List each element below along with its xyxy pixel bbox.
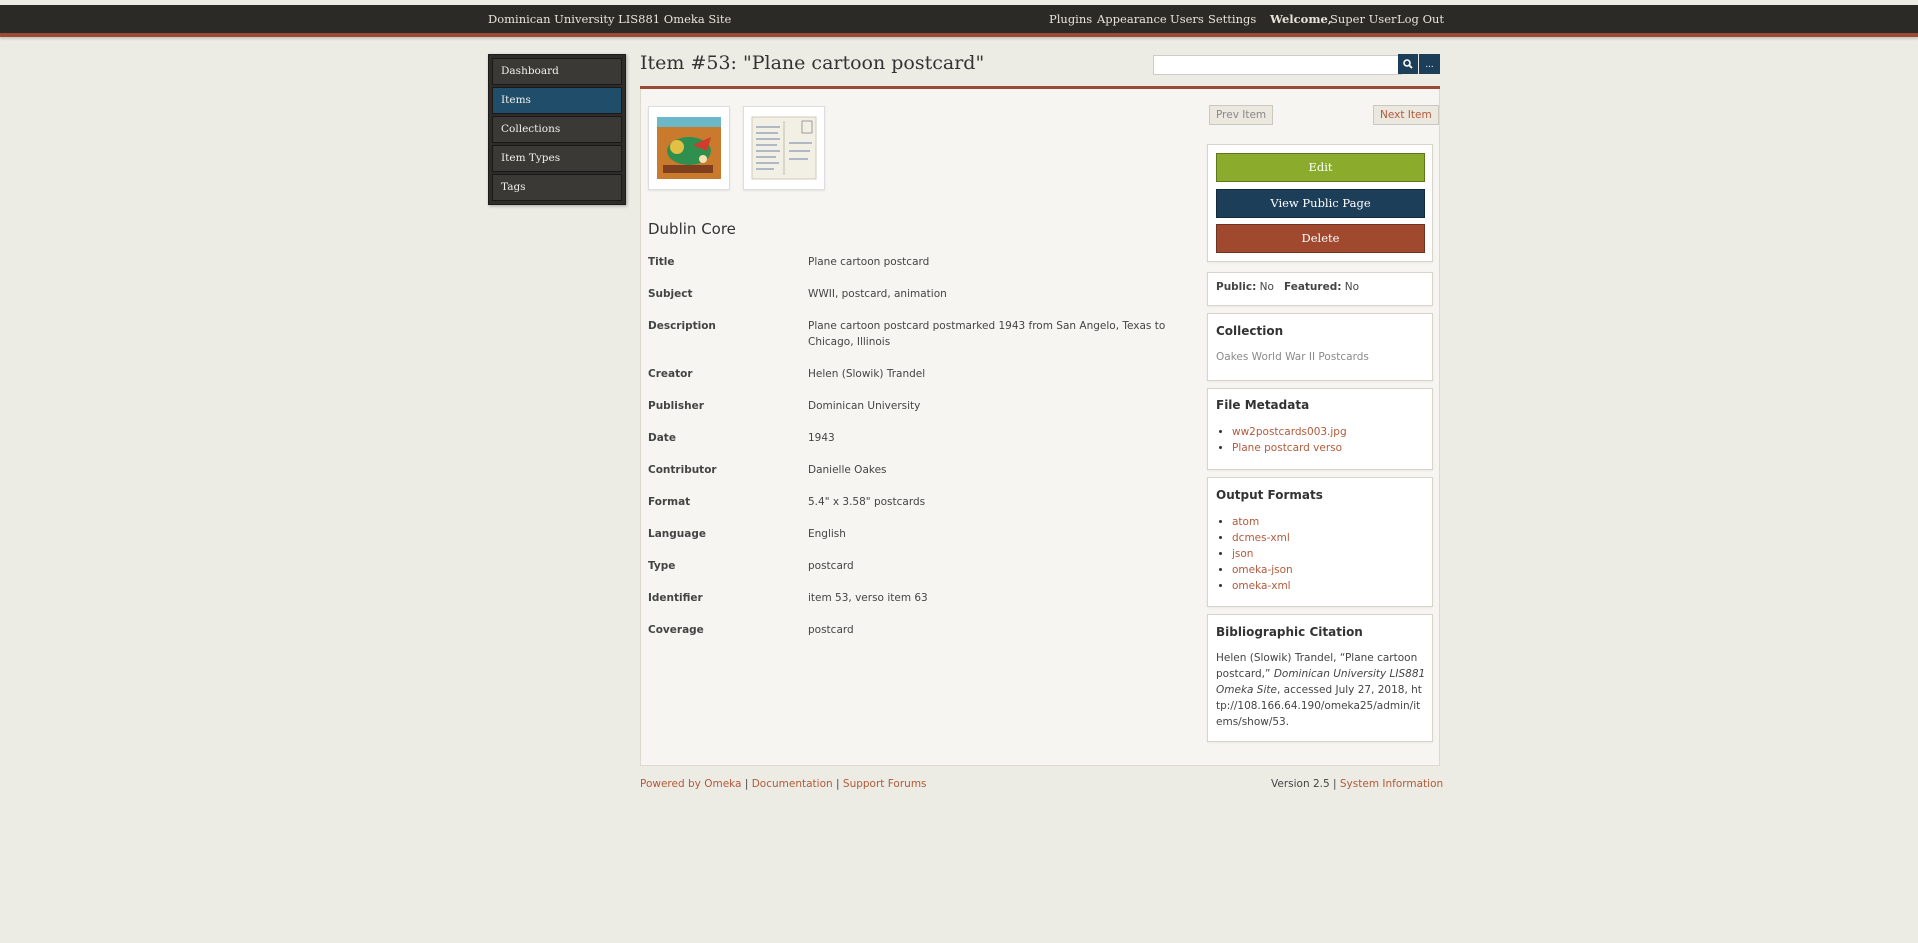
item-image-verso[interactable] xyxy=(743,106,825,190)
metadata-label: Language xyxy=(648,528,706,540)
metadata-value: WWII, postcard, animation xyxy=(808,288,947,300)
search-icon xyxy=(1403,58,1413,69)
footer-separator: | xyxy=(744,778,749,790)
nav-settings[interactable]: Settings xyxy=(1208,12,1256,26)
version-text: Version 2.5 xyxy=(1271,778,1330,790)
metadata-value: English xyxy=(808,528,846,540)
file-metadata-heading: File Metadata xyxy=(1216,398,1310,412)
user-name-link[interactable]: Super User xyxy=(1330,12,1397,26)
metadata-value: Plane cartoon postcard postmarked 1943 f… xyxy=(808,320,1166,348)
citation-text: Helen (Slowik) Trandel, “Plane cartoon p… xyxy=(1216,650,1426,730)
nav-appearance-link[interactable]: Appearance xyxy=(1097,12,1167,26)
item-image-front[interactable] xyxy=(648,106,730,190)
system-information-link[interactable]: System Information xyxy=(1340,778,1443,790)
logout-link[interactable]: Log Out xyxy=(1397,12,1444,26)
collection-heading: Collection xyxy=(1216,324,1284,338)
metadata-value: Helen (Slowik) Trandel xyxy=(808,368,926,380)
citation-heading: Bibliographic Citation xyxy=(1216,625,1363,639)
delete-button[interactable]: Delete xyxy=(1216,224,1425,253)
sidebar-item-dashboard[interactable]: Dashboard xyxy=(492,58,622,85)
sidebar-item-tags[interactable]: Tags xyxy=(492,174,622,201)
page-title: Item #53: "Plane cartoon postcard" xyxy=(640,52,985,74)
metadata-value: item 53, verso item 63 xyxy=(808,592,928,604)
user-name[interactable]: Super User xyxy=(1330,12,1397,26)
nav-users-link[interactable]: Users xyxy=(1170,12,1204,26)
nav-appearance[interactable]: Appearance xyxy=(1097,12,1167,26)
file-list: ww2postcards003.jpg Plane postcard verso xyxy=(1216,424,1347,456)
metadata-value: postcard xyxy=(808,560,854,572)
featured-value: No xyxy=(1344,281,1360,293)
edit-button[interactable]: Edit xyxy=(1216,153,1425,182)
format-link-atom[interactable]: atom xyxy=(1232,516,1259,528)
next-item-button[interactable]: Next Item xyxy=(1373,105,1439,125)
support-forums-link[interactable]: Support Forums xyxy=(843,778,927,790)
metadata-label: Creator xyxy=(648,368,693,380)
metadata-label: Type xyxy=(648,560,676,572)
output-formats-heading: Output Formats xyxy=(1216,488,1323,502)
metadata-label: Title xyxy=(648,256,675,268)
format-link-omeka-xml[interactable]: omeka-xml xyxy=(1232,580,1291,592)
welcome-label: Welcome, xyxy=(1270,12,1332,26)
metadata-value: 5.4" x 3.58" postcards xyxy=(808,496,926,508)
list-item: ww2postcards003.jpg xyxy=(1232,424,1347,440)
nav-plugins-link[interactable]: Plugins xyxy=(1049,12,1092,26)
footer-separator: | xyxy=(1333,778,1337,790)
file-link[interactable]: Plane postcard verso xyxy=(1232,442,1342,454)
nav-plugins[interactable]: Plugins xyxy=(1049,12,1092,26)
dublin-core-heading: Dublin Core xyxy=(648,220,736,238)
search-button[interactable] xyxy=(1398,54,1418,74)
documentation-link[interactable]: Documentation xyxy=(752,778,833,790)
public-value: No xyxy=(1259,281,1274,293)
list-item: atom xyxy=(1232,514,1293,530)
prev-item-button[interactable]: Prev Item xyxy=(1209,105,1274,125)
postcard-verso-image xyxy=(751,116,817,180)
format-link-dcmes-xml[interactable]: dcmes-xml xyxy=(1232,532,1290,544)
metadata-value: Danielle Oakes xyxy=(808,464,887,476)
public-label: Public: xyxy=(1216,281,1257,293)
file-link[interactable]: ww2postcards003.jpg xyxy=(1232,426,1347,438)
list-item: dcmes-xml xyxy=(1232,530,1293,546)
metadata-value: postcard xyxy=(808,624,854,636)
status-line: Public: No Featured: No xyxy=(1216,281,1359,293)
list-item: Plane postcard verso xyxy=(1232,440,1347,456)
top-navbar: Dominican University LIS881 Omeka Site P… xyxy=(0,5,1918,37)
sidebar-item-collections[interactable]: Collections xyxy=(492,116,622,143)
metadata-value: Dominican University xyxy=(808,400,921,412)
sidebar-item-item-types[interactable]: Item Types xyxy=(492,145,622,172)
metadata-label: Subject xyxy=(648,288,693,300)
metadata-label: Format xyxy=(648,496,691,508)
nav-settings-link[interactable]: Settings xyxy=(1208,12,1256,26)
metadata-label: Date xyxy=(648,432,676,444)
metadata-label: Publisher xyxy=(648,400,704,412)
metadata-value: Plane cartoon postcard xyxy=(808,256,930,268)
site-title[interactable]: Dominican University LIS881 Omeka Site xyxy=(488,12,731,26)
logout-label[interactable]: Log Out xyxy=(1397,12,1444,26)
sidebar-item-items[interactable]: Items xyxy=(492,87,622,114)
metadata-value: 1943 xyxy=(808,432,835,444)
footer-version: Version 2.5 | System Information xyxy=(1271,778,1443,790)
metadata-label: Contributor xyxy=(648,464,717,476)
list-item: omeka-json xyxy=(1232,562,1293,578)
metadata-label: Identifier xyxy=(648,592,703,604)
view-public-page-button[interactable]: View Public Page xyxy=(1216,189,1425,218)
powered-by-omeka-link[interactable]: Powered by Omeka xyxy=(640,778,741,790)
metadata-label: Description xyxy=(648,320,716,332)
footer-links: Powered by Omeka | Documentation | Suppo… xyxy=(640,778,927,790)
nav-users[interactable]: Users xyxy=(1170,12,1204,26)
advanced-search-button[interactable]: ... xyxy=(1419,54,1440,74)
postcard-front-image xyxy=(657,117,721,179)
featured-label: Featured: xyxy=(1283,281,1342,293)
format-link-omeka-json[interactable]: omeka-json xyxy=(1232,564,1293,576)
metadata-label: Coverage xyxy=(648,624,704,636)
search-input[interactable] xyxy=(1153,55,1402,75)
format-link-json[interactable]: json xyxy=(1232,548,1253,560)
footer-separator: | xyxy=(836,778,840,790)
collection-link[interactable]: Oakes World War II Postcards xyxy=(1216,351,1369,363)
list-item: json xyxy=(1232,546,1293,562)
output-formats-list: atom dcmes-xml json omeka-json omeka-xml xyxy=(1216,514,1293,594)
sidebar: Dashboard Items Collections Item Types T… xyxy=(488,54,626,205)
list-item: omeka-xml xyxy=(1232,578,1293,594)
